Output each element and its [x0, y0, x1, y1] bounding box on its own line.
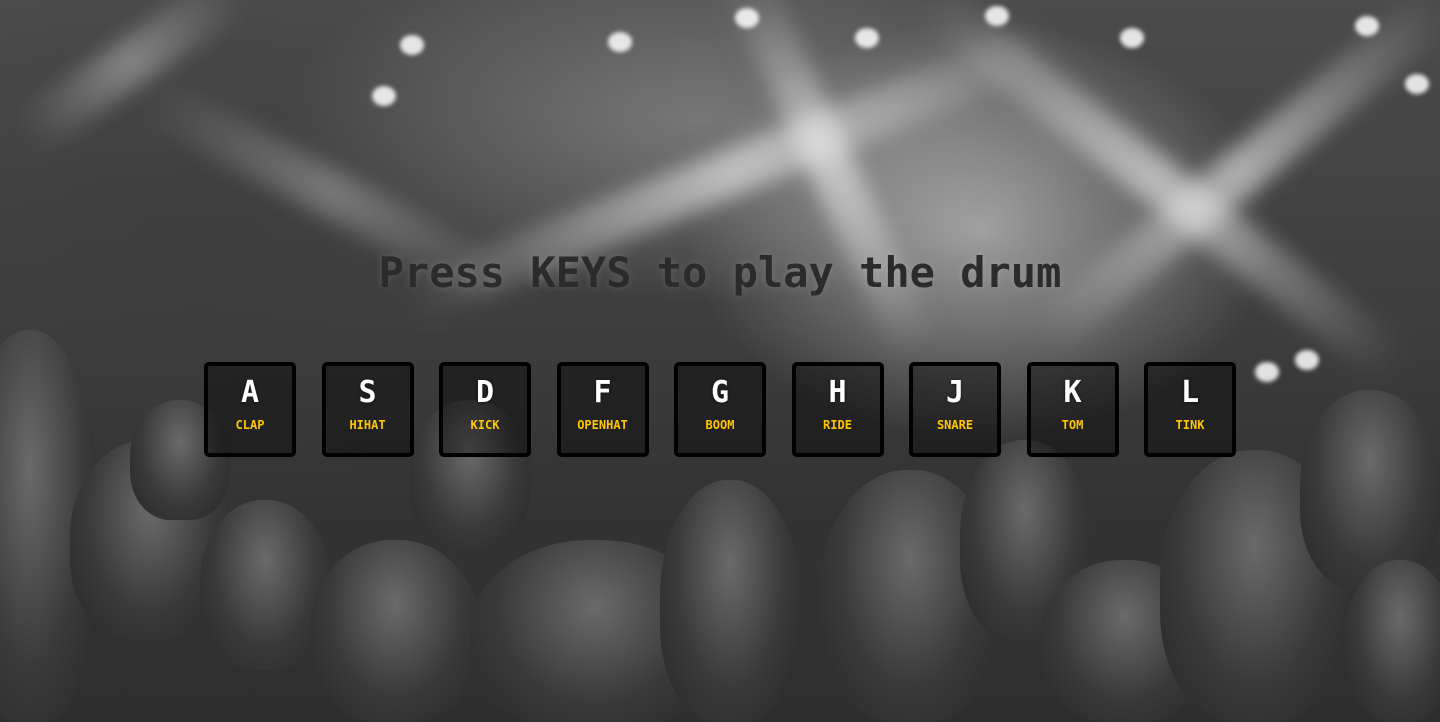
page-title: Press KEYS to play the drum [378, 248, 1062, 297]
key-letter: H [828, 375, 847, 410]
drum-key-j[interactable]: J SNARE [909, 362, 1001, 457]
sound-label: KICK [470, 418, 500, 432]
drum-keys: A CLAP S HIHAT D KICK F OPENHAT G BOOM H… [204, 362, 1236, 457]
key-letter: D [475, 375, 495, 410]
drum-key-a[interactable]: A CLAP [204, 362, 296, 457]
drum-key-h[interactable]: H RIDE [791, 362, 884, 457]
key-letter: F [593, 375, 612, 410]
sound-label: TOM [1061, 418, 1084, 432]
drum-key-g[interactable]: G BOOM [674, 362, 766, 457]
sound-label: TINK [1175, 418, 1205, 432]
drum-key-s[interactable]: S HIHAT [321, 362, 414, 457]
sound-label: SNARE [936, 418, 974, 432]
key-letter: S [358, 375, 377, 410]
sound-label: RIDE [823, 418, 852, 432]
sound-label: OPENHAT [577, 418, 628, 432]
drum-key-f[interactable]: F OPENHAT [556, 362, 649, 457]
drum-key-d[interactable]: D KICK [439, 362, 531, 457]
key-letter: L [1180, 375, 1200, 410]
sound-label: CLAP [235, 418, 265, 432]
key-letter: A [240, 375, 260, 410]
drum-key-l[interactable]: L TINK [1144, 362, 1236, 457]
sound-label: BOOM [705, 418, 735, 432]
sound-label: HIHAT [349, 418, 386, 432]
key-letter: G [710, 375, 730, 410]
drum-key-k[interactable]: K TOM [1026, 362, 1119, 457]
drum-kit-app: Press KEYS to play the drum A CLAP S HIH… [0, 0, 1440, 722]
key-letter: K [1063, 375, 1082, 410]
key-letter: J [945, 375, 965, 410]
